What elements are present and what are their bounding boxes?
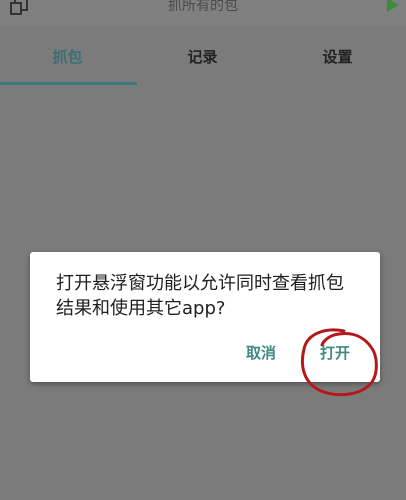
tab-settings-label: 设置: [322, 47, 353, 66]
tab-capture-label: 抓包: [52, 47, 83, 66]
tab-bar: 抓包 记录 设置: [0, 26, 406, 86]
tab-records-label: 记录: [187, 47, 218, 66]
play-icon[interactable]: [386, 0, 400, 13]
tab-records[interactable]: 记录: [135, 26, 270, 86]
red-annotation-circle: [300, 328, 378, 397]
title-bar: 抓所有的包: [0, 0, 406, 26]
tab-settings[interactable]: 设置: [270, 26, 405, 86]
page-title: 抓所有的包: [168, 0, 238, 14]
dialog-message: 打开悬浮窗功能以允许同时查看抓包结果和使用其它app?: [56, 273, 344, 319]
tab-capture[interactable]: 抓包: [0, 26, 135, 86]
active-tab-indicator: [0, 82, 137, 85]
cancel-button[interactable]: 取消: [246, 338, 276, 368]
